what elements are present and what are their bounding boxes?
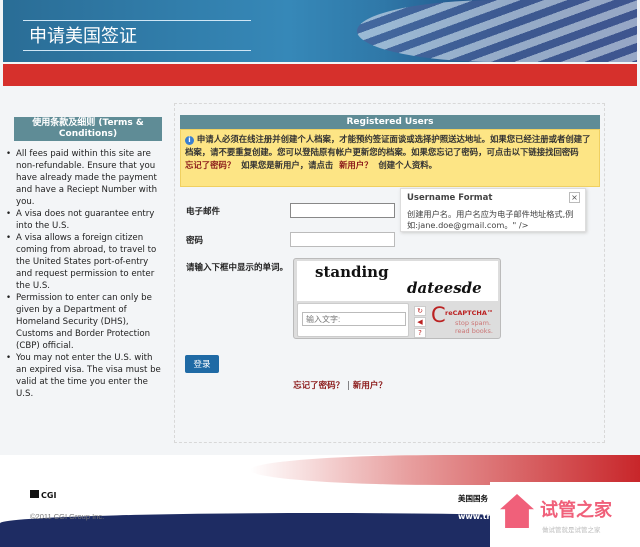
recaptcha-logo: C reCAPTCHA™ stop spam. read books.: [431, 303, 497, 335]
watermark-slogan: 做试管就是试管之家: [542, 526, 601, 534]
terms-item: You may not enter the U.S. with an expir…: [4, 352, 164, 400]
footer-text: 美国国务: [458, 494, 488, 503]
divider: [23, 50, 251, 51]
close-icon[interactable]: ×: [569, 192, 580, 203]
terms-item: A visa does not guarantee entry into the…: [4, 208, 164, 232]
notice-text: 创建个人资料。: [378, 160, 438, 170]
captcha-word: dateesde: [407, 279, 482, 297]
captcha-label: 请输入下框中显示的单词。: [186, 263, 289, 273]
captcha-word: standing: [315, 263, 389, 281]
new-user-link[interactable]: 新用户？: [353, 381, 387, 391]
login-links: 忘记了密码？ | 新用户？: [280, 379, 400, 391]
username-format-tooltip: Username Format × 创建用户名。用户名应为电子邮件地址格式,例如…: [400, 188, 586, 232]
watermark-name: 试管之家: [540, 500, 612, 521]
new-user-link[interactable]: 新用户？: [339, 160, 373, 170]
footer-wave: [250, 455, 640, 485]
house-icon: [500, 494, 534, 528]
refresh-icon[interactable]: ↻: [414, 306, 426, 316]
captcha-input[interactable]: [302, 312, 406, 326]
notice-text: 如果您是新用户，请点击: [241, 160, 334, 170]
section-title: Registered Users: [180, 115, 600, 129]
terms-item: All fees paid within this site are non-r…: [4, 148, 164, 208]
login-button[interactable]: 登录: [185, 355, 219, 373]
terms-title: 使用条款及细则 (Terms & Conditions): [14, 117, 162, 141]
cgi-logo: CGI: [30, 490, 56, 500]
forgot-password-link[interactable]: 忘记了密码？: [293, 381, 344, 391]
audio-icon[interactable]: ◀: [414, 317, 426, 327]
divider: [23, 20, 251, 21]
captcha-input-box: [297, 303, 409, 337]
password-label: 密码: [186, 236, 204, 246]
recaptcha-widget: standing dateesde ↻ ◀ ? C reCAPTCHA™ sto…: [293, 258, 501, 339]
recaptcha-brand: reCAPTCHA™: [445, 309, 494, 317]
password-field[interactable]: [290, 232, 395, 247]
captcha-image: standing dateesde: [297, 261, 498, 301]
terms-item: Permission to enter can only be given by…: [4, 292, 164, 352]
email-field[interactable]: [290, 203, 395, 218]
flag-image: [357, 0, 637, 62]
notice-text: 申请人必须在线注册并创建个人档案，才能预约签证面谈或选择护照送达地址。如果您已经…: [185, 134, 591, 157]
separator: |: [347, 381, 350, 391]
watermark: 试管之家 做试管就是试管之家: [490, 482, 640, 547]
terms-list: All fees paid within this site are non-r…: [4, 148, 164, 400]
email-label: 电子邮件: [186, 207, 221, 217]
header-banner: 申请美国签证: [3, 0, 637, 62]
notice-box: i 申请人必须在线注册并创建个人档案，才能预约签证面谈或选择护照送达地址。如果您…: [180, 129, 600, 187]
recaptcha-slogan: stop spam. read books.: [455, 319, 494, 335]
nav-band: [3, 64, 637, 86]
tooltip-title: Username Format: [407, 193, 493, 203]
tooltip-body: 创建用户名。用户名应为电子邮件地址格式,例如:jane.doe@gmail.co…: [407, 209, 574, 230]
terms-item: A visa allows a foreign citizen coming f…: [4, 232, 164, 292]
help-icon[interactable]: ?: [414, 328, 426, 338]
forgot-password-link[interactable]: 忘记了密码？: [185, 160, 235, 170]
page-title: 申请美国签证: [29, 26, 137, 47]
copyright: ©2011 CGI Group Inc.: [30, 512, 105, 521]
info-icon: i: [185, 136, 194, 145]
footer-url[interactable]: www.tr: [458, 512, 490, 521]
